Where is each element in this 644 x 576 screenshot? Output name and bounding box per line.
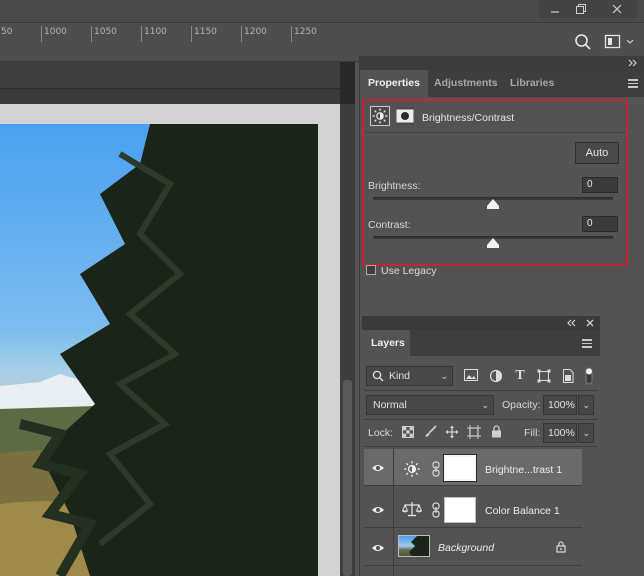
eye-icon xyxy=(372,465,384,471)
lock-all-button[interactable] xyxy=(491,425,502,441)
ruler-tick: 1000 xyxy=(41,26,67,42)
balance-scale-icon xyxy=(401,502,423,517)
double-chevron-left-icon[interactable] xyxy=(567,319,577,327)
visibility-toggle[interactable] xyxy=(371,505,385,515)
ruler-tick: 1100 xyxy=(141,26,167,42)
separator xyxy=(364,446,598,447)
visibility-toggle[interactable] xyxy=(371,543,385,553)
filter-kind-value: Kind xyxy=(389,370,411,382)
lock-label: Lock: xyxy=(368,427,394,439)
ruler-tick: 1150 xyxy=(191,26,217,42)
eye-icon xyxy=(372,545,384,551)
filter-toggle[interactable] xyxy=(585,367,593,385)
blend-mode-dropdown[interactable]: Normal ⌄ xyxy=(366,395,494,415)
canvas-photo[interactable] xyxy=(0,124,318,576)
search-icon xyxy=(575,34,591,50)
opacity-dropdown[interactable]: ⌄ xyxy=(578,395,594,415)
close-icon xyxy=(612,4,622,14)
layers-menu-icon[interactable] xyxy=(582,339,592,348)
highlight-box xyxy=(362,99,628,266)
move-arrows-icon xyxy=(445,425,459,439)
opacity-field[interactable]: 100% xyxy=(543,395,577,415)
type-filter-icon[interactable]: T xyxy=(513,369,527,383)
scrollbar-thumb[interactable] xyxy=(343,380,352,576)
landscape-photo xyxy=(0,124,318,576)
filter-kind-dropdown[interactable]: Kind ⌄ xyxy=(366,366,453,386)
shape-filter-icon[interactable] xyxy=(537,369,551,383)
photo-thumbnail xyxy=(409,536,429,556)
ruler-tick: 50 xyxy=(0,26,12,42)
panel-menu-icon[interactable] xyxy=(628,79,638,88)
adjustment-layer-icon xyxy=(401,501,423,520)
link-icon[interactable] xyxy=(432,461,440,480)
ruler-tick: 1200 xyxy=(241,26,267,42)
workspace-icon xyxy=(604,34,634,49)
tab-adjustments[interactable]: Adjustments xyxy=(426,70,506,97)
adjustment-filter-icon[interactable] xyxy=(489,369,503,383)
layer-name[interactable]: Color Balance 1 xyxy=(485,505,560,517)
chevron-down-icon: ⌄ xyxy=(582,400,590,410)
fill-dropdown[interactable]: ⌄ xyxy=(578,423,594,443)
smart-object-filter-icon[interactable] xyxy=(561,369,575,383)
separator xyxy=(364,390,598,391)
restore-icon xyxy=(576,4,586,14)
use-legacy-checkbox[interactable] xyxy=(366,265,376,275)
layer-name[interactable]: Brightne...trast 1 xyxy=(485,464,562,476)
use-legacy-label: Use Legacy xyxy=(381,265,437,277)
brightness-icon xyxy=(404,461,420,477)
artboard-icon xyxy=(467,425,481,439)
dock-collapse-bar[interactable] xyxy=(359,56,644,70)
lock-artboard-button[interactable] xyxy=(467,425,481,442)
checkerboard-icon xyxy=(402,426,414,438)
workspace-button[interactable] xyxy=(604,34,634,53)
eye-icon xyxy=(372,507,384,513)
layer-mask-thumbnail[interactable] xyxy=(444,497,476,523)
separator xyxy=(364,419,598,420)
restore-button[interactable] xyxy=(565,0,597,18)
layer-name[interactable]: Background xyxy=(438,542,494,554)
toggle-switch-icon xyxy=(585,367,593,385)
minimize-icon xyxy=(551,11,559,13)
chevron-down-icon: ⌄ xyxy=(440,371,448,381)
adjustment-layer-icon xyxy=(403,460,421,481)
lock-icon xyxy=(556,541,566,553)
properties-tab-row: Properties Adjustments Libraries xyxy=(360,70,644,97)
fill-label: Fill: xyxy=(524,427,541,439)
tab-properties[interactable]: Properties xyxy=(360,70,428,97)
ruler-tick: 1050 xyxy=(91,26,117,42)
search-button[interactable] xyxy=(574,33,592,54)
image-filter-icon[interactable] xyxy=(464,369,478,383)
layer-mask-thumbnail[interactable] xyxy=(443,454,477,482)
double-chevron-right-icon xyxy=(628,59,637,67)
tab-libraries[interactable]: Libraries xyxy=(502,70,562,97)
layer-lock-indicator xyxy=(556,541,566,556)
close-panel-icon[interactable] xyxy=(586,319,594,327)
ruler-tick: 1250 xyxy=(291,26,317,42)
horizontal-ruler xyxy=(0,62,340,104)
chevron-down-icon: ⌄ xyxy=(481,400,489,410)
link-icon[interactable] xyxy=(432,502,440,521)
chevron-down-icon: ⌄ xyxy=(582,428,590,438)
tab-layers[interactable]: Layers xyxy=(362,330,410,356)
fill-field[interactable]: 100% xyxy=(543,423,577,443)
visibility-column-divider xyxy=(393,449,394,576)
layers-panel-titlebar[interactable] xyxy=(362,316,600,330)
lock-image-pixels-button[interactable] xyxy=(424,425,437,441)
brush-icon xyxy=(425,425,437,437)
opacity-label: Opacity: xyxy=(502,399,541,411)
layer-thumbnail[interactable] xyxy=(398,535,430,557)
lock-icon xyxy=(492,425,501,438)
lock-transparent-pixels-button[interactable] xyxy=(402,426,414,441)
lock-position-button[interactable] xyxy=(445,425,459,442)
search-icon xyxy=(372,370,384,382)
blend-mode-value: Normal xyxy=(373,399,407,411)
close-window-button[interactable] xyxy=(597,0,637,18)
visibility-toggle[interactable] xyxy=(371,463,385,473)
